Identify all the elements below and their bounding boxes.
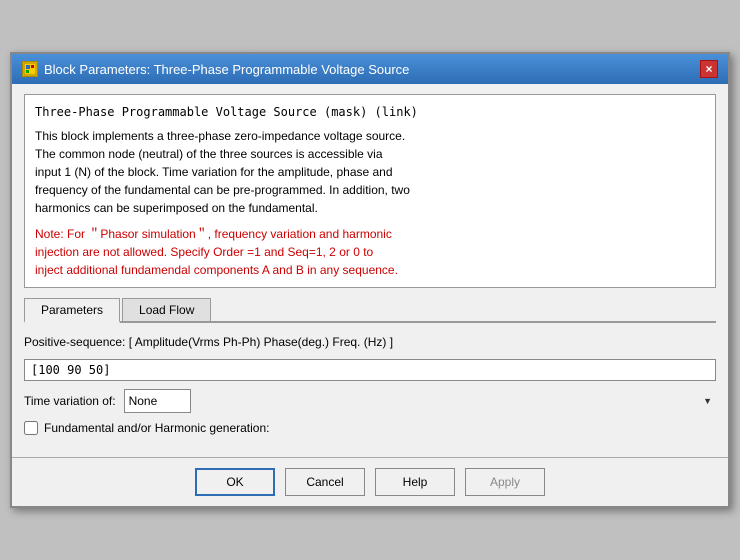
- seq-label: Positive-sequence: [ Amplitude(Vrms Ph-P…: [24, 335, 716, 349]
- tabs-row: Parameters Load Flow: [24, 298, 716, 323]
- help-button[interactable]: Help: [375, 468, 455, 496]
- harmonic-checkbox[interactable]: [24, 421, 38, 435]
- note-text: Note: For ＂Phasor simulation＂, frequency…: [35, 225, 705, 279]
- time-variation-label: Time variation of:: [24, 394, 116, 408]
- ok-button[interactable]: OK: [195, 468, 275, 496]
- description-box: Three-Phase Programmable Voltage Source …: [24, 94, 716, 288]
- window-icon: [22, 61, 38, 77]
- harmonic-label: Fundamental and/or Harmonic generation:: [44, 421, 269, 435]
- title-bar-left: Block Parameters: Three-Phase Programmab…: [22, 61, 409, 77]
- title-bar: Block Parameters: Three-Phase Programmab…: [12, 54, 728, 84]
- harmonic-row: Fundamental and/or Harmonic generation:: [24, 421, 716, 435]
- button-row: OK Cancel Help Apply: [12, 457, 728, 506]
- dialog-title: Block Parameters: Three-Phase Programmab…: [44, 62, 409, 77]
- tab-load-flow[interactable]: Load Flow: [122, 298, 211, 321]
- tab-parameters[interactable]: Parameters: [24, 298, 120, 323]
- close-button[interactable]: ×: [700, 60, 718, 78]
- time-variation-dropdown-wrapper: None Amplitude Phase Frequency: [124, 389, 716, 413]
- dialog-body: Three-Phase Programmable Voltage Source …: [12, 84, 728, 457]
- apply-button[interactable]: Apply: [465, 468, 545, 496]
- dialog-window: Block Parameters: Three-Phase Programmab…: [10, 52, 730, 508]
- time-variation-select[interactable]: None Amplitude Phase Frequency: [124, 389, 191, 413]
- parameters-section: Positive-sequence: [ Amplitude(Vrms Ph-P…: [24, 331, 716, 439]
- main-description: This block implements a three-phase zero…: [35, 127, 705, 217]
- link-text[interactable]: Three-Phase Programmable Voltage Source …: [35, 103, 705, 121]
- seq-input[interactable]: [24, 359, 716, 381]
- time-variation-row: Time variation of: None Amplitude Phase …: [24, 389, 716, 413]
- cancel-button[interactable]: Cancel: [285, 468, 365, 496]
